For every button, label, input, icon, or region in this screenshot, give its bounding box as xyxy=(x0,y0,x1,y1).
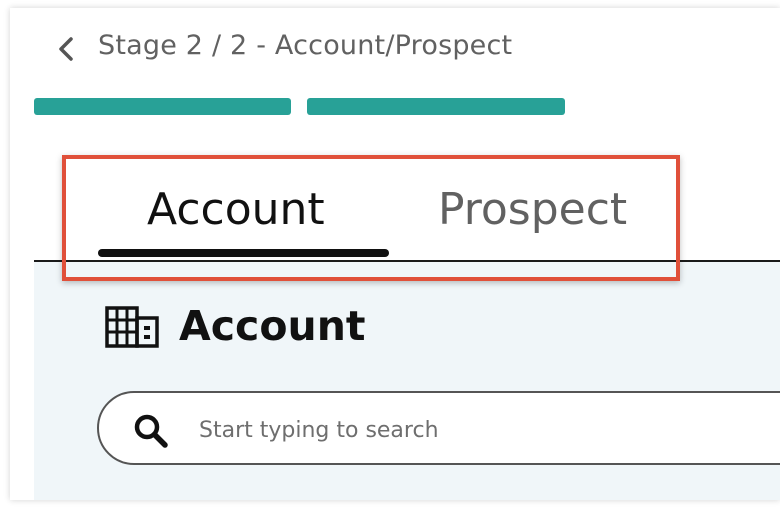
progress-segment-1 xyxy=(34,98,291,115)
section-title: Account xyxy=(179,302,366,350)
building-icon xyxy=(105,306,159,348)
search-icon xyxy=(134,414,168,448)
chevron-left-icon xyxy=(59,37,73,61)
tabs-highlight-box xyxy=(62,155,680,281)
search-input[interactable] xyxy=(197,411,761,449)
account-panel: Account xyxy=(34,262,780,500)
stage-title: Stage 2 / 2 - Account/Prospect xyxy=(98,30,513,61)
back-button[interactable] xyxy=(54,34,78,64)
search-field[interactable] xyxy=(97,391,780,465)
page-frame: Stage 2 / 2 - Account/Prospect Account P… xyxy=(10,8,780,500)
progress-segment-2 xyxy=(307,98,565,115)
